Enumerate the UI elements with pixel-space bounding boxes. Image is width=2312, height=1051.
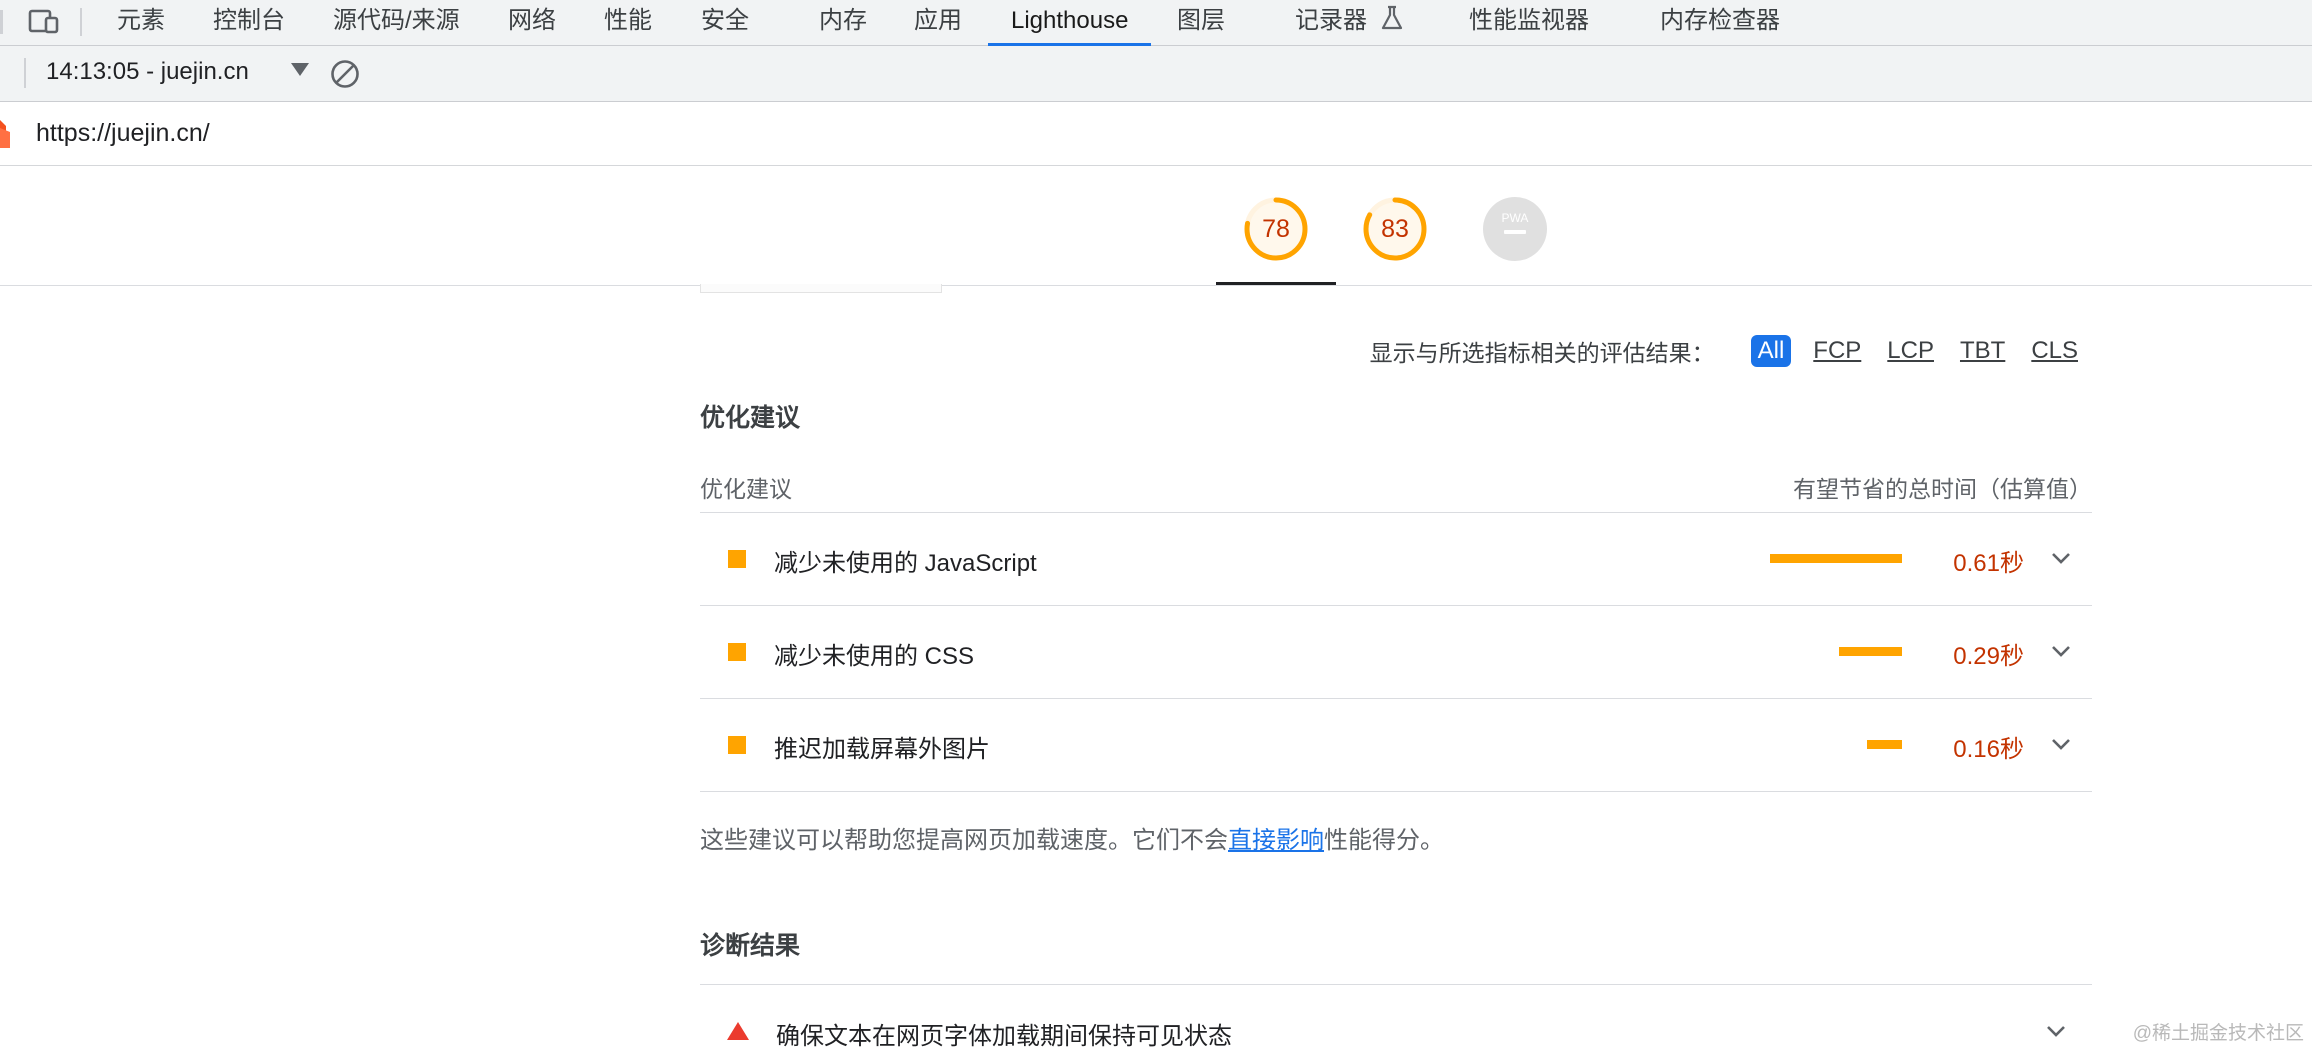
filter-chip-fcp[interactable]: FCP [1809,335,1865,367]
savings-bar [1839,647,1902,656]
audit-row[interactable]: 减少未使用的 CSS 0.29秒 [700,606,2092,698]
tab-network[interactable]: 网络 [508,0,556,46]
device-toggle-icon[interactable] [28,8,60,36]
chevron-down-icon[interactable] [2050,551,2072,565]
lighthouse-toolbar: 14:13:05 - juejin.cn [0,46,2312,102]
score-gauge-accessibility[interactable]: 83 [1362,196,1428,262]
audit-row[interactable]: 推迟加载屏幕外图片 0.16秒 [700,699,2092,791]
savings-bar [1770,554,1902,563]
metric-filter-label: 显示与所选指标相关的评估结果： [1369,340,1715,366]
average-status-icon [728,643,746,661]
score-gauge-pwa[interactable]: PWA [1482,196,1548,262]
pwa-badge-icon: PWA [1483,197,1547,261]
opportunities-column-left: 优化建议 [700,476,792,502]
toolbar-divider [24,58,26,88]
audit-title: 减少未使用的 CSS [774,643,975,670]
audit-title: 减少未使用的 JavaScript [774,550,1037,577]
savings-value: 0.61秒 [1953,550,2024,577]
tab-layers[interactable]: 图层 [1177,0,1225,46]
report-url[interactable]: https://juejin.cn/ [36,119,210,148]
watermark: @稀土掘金技术社区 [2132,1023,2304,1044]
tab-sources[interactable]: 源代码/来源 [333,0,460,46]
note-text: 这些建议可以帮助您提高网页加载速度。它们不会 [700,827,1228,854]
tab-recorder[interactable]: 记录器 [1295,0,1404,46]
active-gauge-indicator [1216,282,1336,285]
pwa-label: PWA [1502,211,1529,225]
tab-memory-inspector[interactable]: 内存检查器 [1660,0,1780,46]
tab-memory[interactable]: 内存 [819,0,867,46]
devtools-tabbar: 元素 控制台 源代码/来源 网络 性能 安全 内存 应用 Lighthouse … [0,0,2312,46]
divider [700,984,2092,985]
dropdown-arrow-icon[interactable] [291,63,309,76]
tab-performance[interactable]: 性能 [604,0,652,46]
diagnostic-title[interactable]: 确保文本在网页字体加载期间保持可见状态 [776,1016,1232,1051]
score-header: 78 83 PWA [0,166,2312,286]
warning-triangle-icon [727,1022,749,1040]
chevron-down-icon[interactable] [2050,737,2072,751]
tab-lighthouse[interactable]: Lighthouse [988,0,1152,46]
savings-value: 0.16秒 [1953,736,2024,763]
chevron-down-icon[interactable] [2045,1024,2067,1038]
tab-security[interactable]: 安全 [701,0,749,46]
filter-chip-lcp[interactable]: LCP [1883,335,1938,367]
tab-console[interactable]: 控制台 [213,0,285,46]
note-text-end: 性能得分。 [1324,827,1444,854]
tab-application[interactable]: 应用 [914,0,962,46]
screenshot-thumbnail [700,284,942,293]
score-gauge-performance[interactable]: 78 [1243,196,1309,262]
opportunities-heading: 优化建议 [700,404,801,432]
chevron-down-icon[interactable] [2050,644,2072,658]
lighthouse-logo-icon [0,120,10,148]
tab-recorder-label: 记录器 [1295,7,1367,34]
divider [700,791,2092,792]
metric-filter: 显示与所选指标相关的评估结果： All FCP LCP TBT CLS [1370,333,2082,369]
tab-elements[interactable]: 元素 [117,0,165,46]
average-status-icon [728,550,746,568]
diagnostics-heading: 诊断结果 [700,932,801,960]
savings-value: 0.29秒 [1953,643,2024,670]
tab-performance-monitor[interactable]: 性能监视器 [1469,0,1589,46]
report-selector[interactable]: 14:13:05 - juejin.cn [46,58,249,86]
opportunities-note: 这些建议可以帮助您提高网页加载速度。它们不会直接影响性能得分。 [700,820,1444,855]
clear-icon[interactable] [329,58,361,90]
savings-bar [1867,740,1902,749]
average-status-icon [728,736,746,754]
flask-icon [1381,5,1402,30]
audit-title: 推迟加载屏幕外图片 [774,736,990,763]
filter-chip-all[interactable]: All [1750,335,1792,367]
report-url-bar: https://juejin.cn/ [0,102,2312,166]
filter-chip-cls[interactable]: CLS [2027,335,2082,367]
score-value: 78 [1262,215,1290,243]
filter-chip-tbt[interactable]: TBT [1956,335,2009,367]
note-link[interactable]: 直接影响 [1228,827,1324,854]
audit-row[interactable]: 减少未使用的 JavaScript 0.61秒 [700,513,2092,605]
tabbar-divider [80,8,82,36]
panel-divider [0,10,3,34]
opportunities-column-right: 有望节省的总时间（估算值） [1793,476,2092,502]
score-value: 83 [1381,215,1409,243]
